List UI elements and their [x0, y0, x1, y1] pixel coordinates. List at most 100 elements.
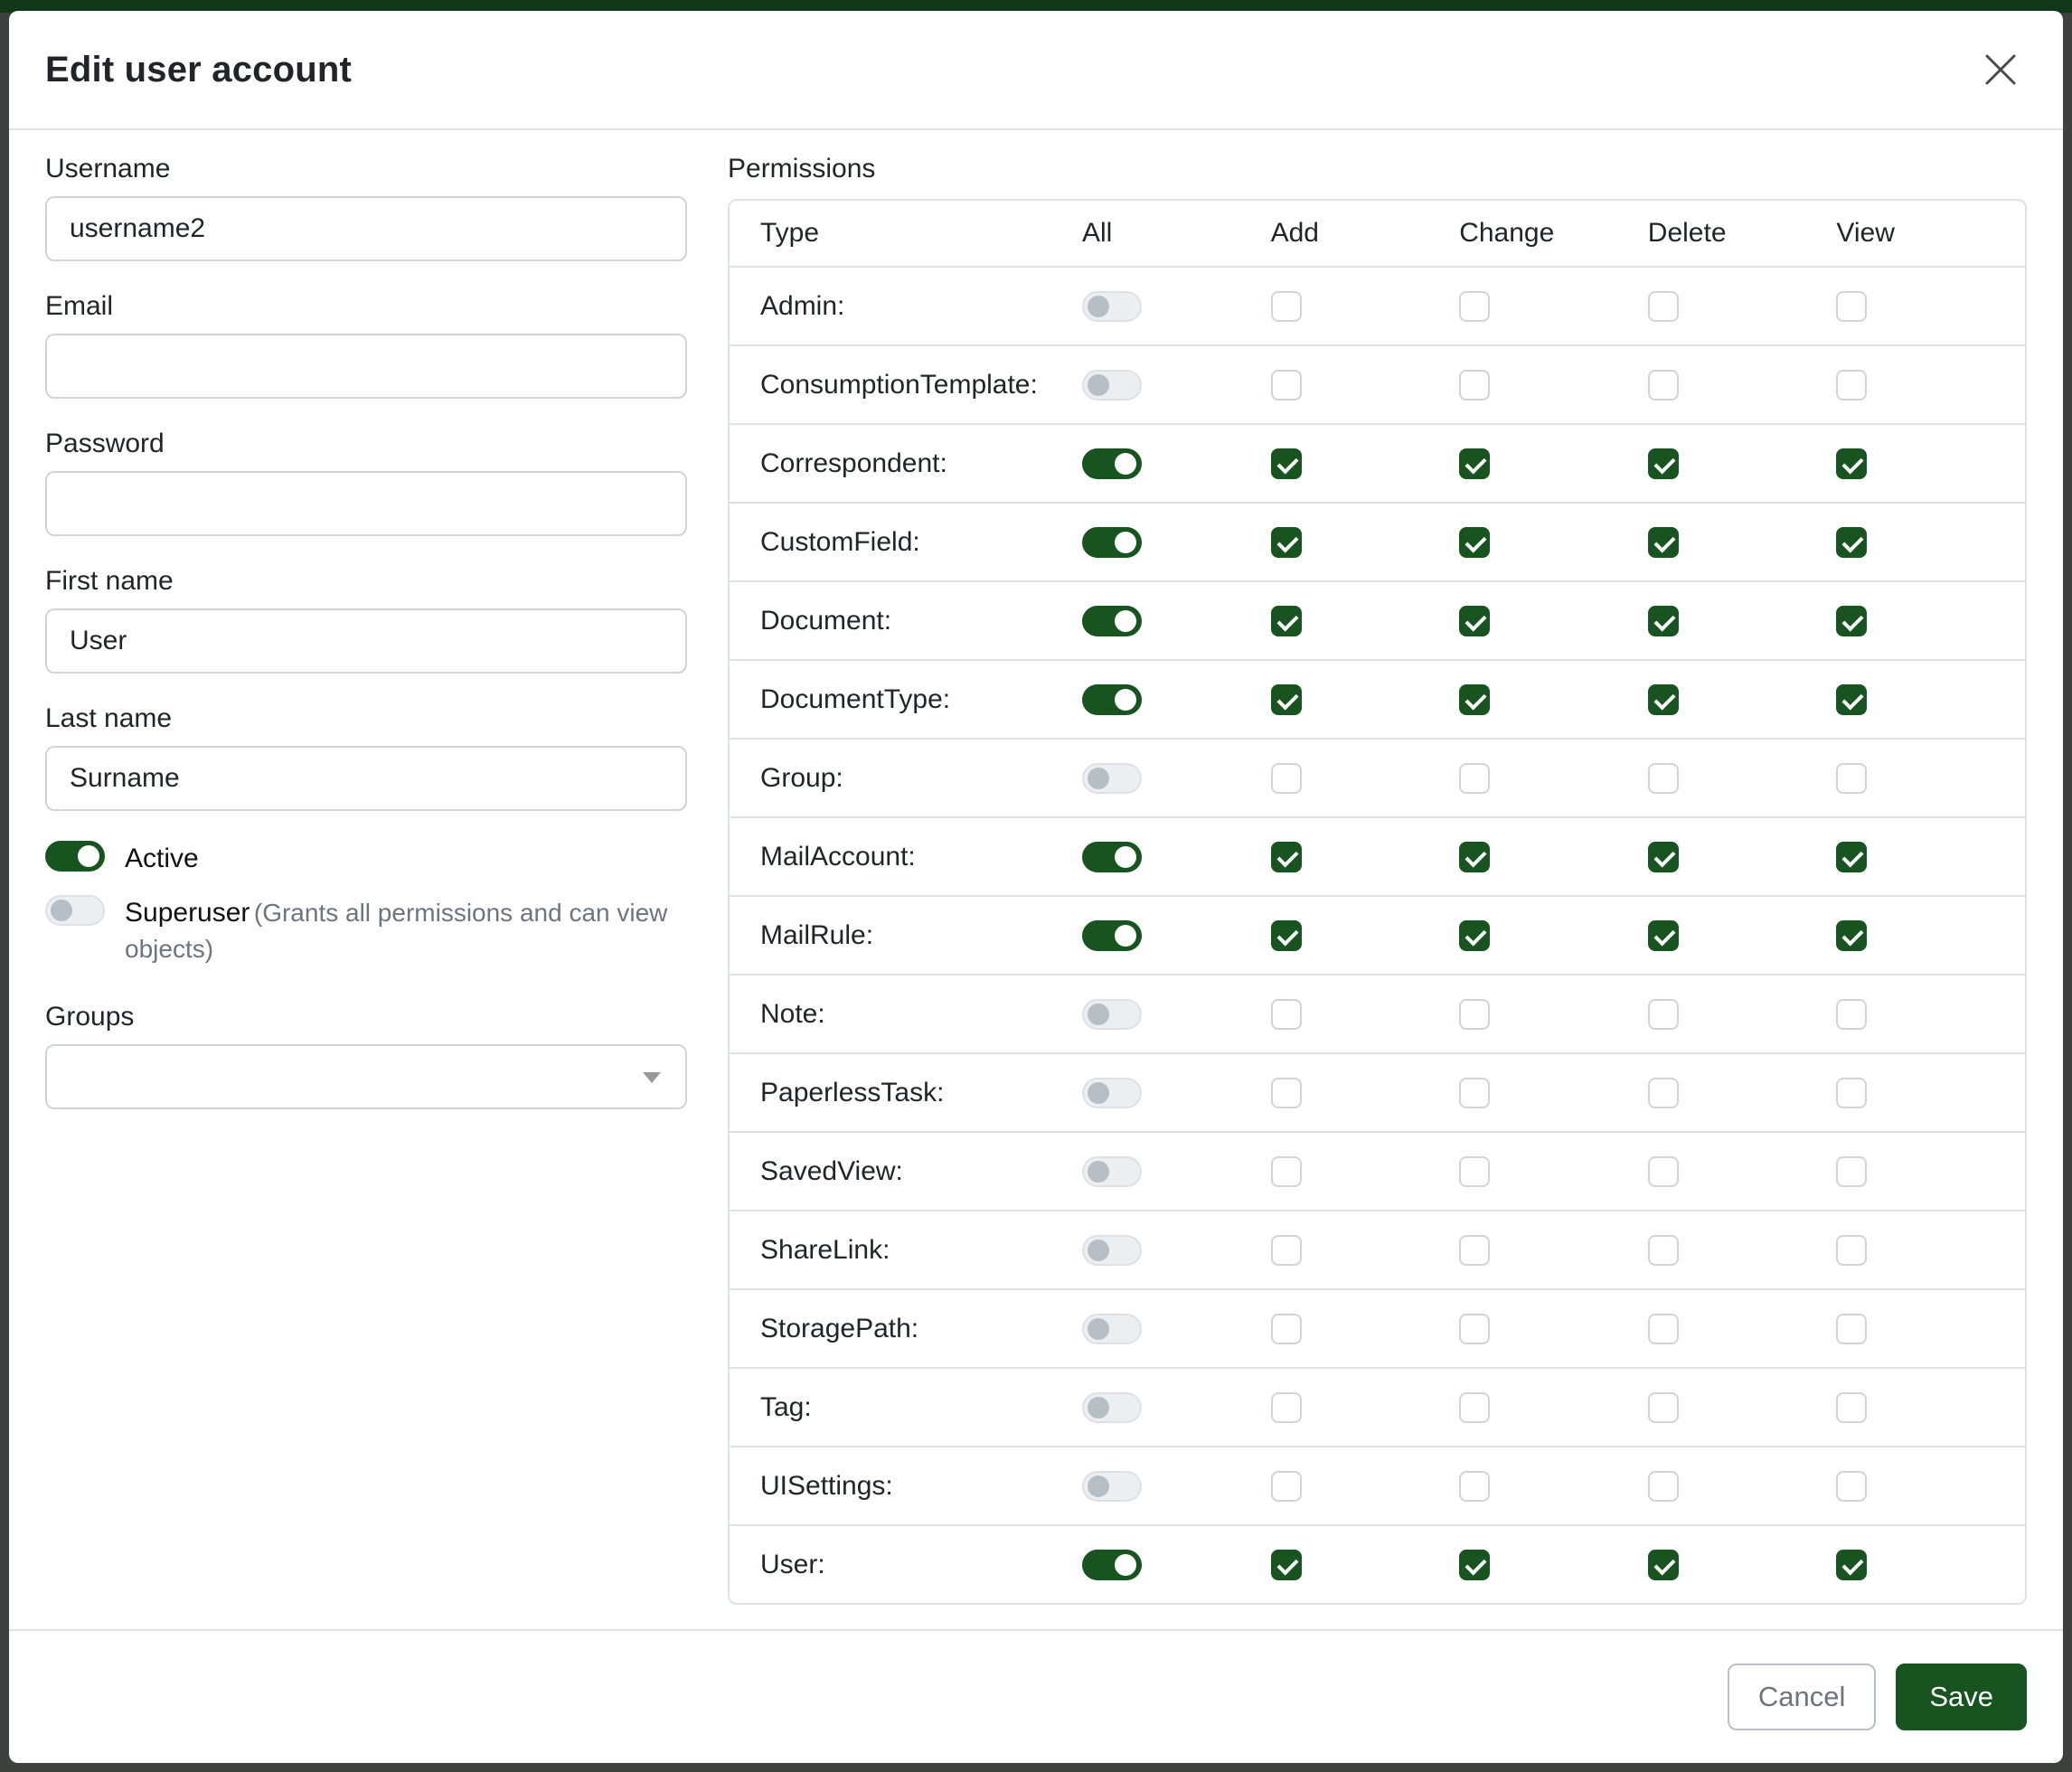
- perm-customfield-change-checkbox[interactable]: [1459, 527, 1490, 558]
- perm-admin-change-checkbox[interactable]: [1459, 291, 1490, 322]
- modal-body: Username Email Password First name Last …: [9, 130, 2063, 1629]
- perm-sharelink-change-checkbox[interactable]: [1459, 1235, 1490, 1266]
- perm-customfield-add-checkbox[interactable]: [1271, 527, 1302, 558]
- perm-user-view-checkbox[interactable]: [1836, 1550, 1867, 1580]
- perm-admin-view-checkbox[interactable]: [1836, 291, 1867, 322]
- superuser-toggle[interactable]: [45, 895, 105, 926]
- perm-tag-all-toggle[interactable]: [1082, 1392, 1142, 1423]
- perm-uisettings-add-checkbox[interactable]: [1271, 1471, 1302, 1502]
- perm-sharelink-add-checkbox[interactable]: [1271, 1235, 1302, 1266]
- perm-note-view-checkbox[interactable]: [1836, 999, 1867, 1030]
- perm-documenttype-all-toggle[interactable]: [1082, 684, 1142, 715]
- perm-note-all-toggle[interactable]: [1082, 999, 1142, 1030]
- close-button[interactable]: [1974, 43, 2027, 96]
- perm-mailrule-view-checkbox[interactable]: [1836, 920, 1867, 951]
- active-row: Active: [45, 841, 687, 877]
- perm-mailaccount-view-checkbox[interactable]: [1836, 842, 1867, 872]
- perm-user-add-checkbox[interactable]: [1271, 1550, 1302, 1580]
- perm-tag-view-checkbox[interactable]: [1836, 1392, 1867, 1423]
- perm-uisettings-delete-checkbox[interactable]: [1648, 1471, 1679, 1502]
- perm-documenttype-delete-checkbox[interactable]: [1648, 684, 1679, 715]
- last-name-input[interactable]: [45, 746, 687, 811]
- perm-mailaccount-all-toggle[interactable]: [1082, 842, 1142, 872]
- perm-customfield-all-toggle[interactable]: [1082, 527, 1142, 558]
- perm-mailaccount-change-checkbox[interactable]: [1459, 842, 1490, 872]
- perm-consumptiontemplate-change-checkbox[interactable]: [1459, 370, 1490, 401]
- perm-correspondent-delete-checkbox[interactable]: [1648, 448, 1679, 479]
- perm-mailrule-change-checkbox[interactable]: [1459, 920, 1490, 951]
- permission-type-label: Group:: [730, 740, 1082, 816]
- username-input[interactable]: [45, 196, 687, 261]
- save-button[interactable]: Save: [1896, 1664, 2027, 1730]
- perm-consumptiontemplate-view-checkbox[interactable]: [1836, 370, 1867, 401]
- perm-group-all-toggle[interactable]: [1082, 763, 1142, 794]
- password-input[interactable]: [45, 471, 687, 536]
- perm-admin-add-checkbox[interactable]: [1271, 291, 1302, 322]
- perm-savedview-add-checkbox[interactable]: [1271, 1156, 1302, 1187]
- perm-sharelink-delete-checkbox[interactable]: [1648, 1235, 1679, 1266]
- perm-uisettings-view-checkbox[interactable]: [1836, 1471, 1867, 1502]
- perm-group-view-checkbox[interactable]: [1836, 763, 1867, 794]
- perm-admin-all-toggle[interactable]: [1082, 291, 1142, 322]
- perm-customfield-delete-checkbox[interactable]: [1648, 527, 1679, 558]
- perm-savedview-delete-checkbox[interactable]: [1648, 1156, 1679, 1187]
- permission-type-label: Tag:: [730, 1369, 1082, 1446]
- perm-tag-delete-checkbox[interactable]: [1648, 1392, 1679, 1423]
- perm-tag-add-checkbox[interactable]: [1271, 1392, 1302, 1423]
- perm-uisettings-all-toggle[interactable]: [1082, 1471, 1142, 1502]
- perm-mailrule-all-toggle[interactable]: [1082, 920, 1142, 951]
- perm-storagepath-all-toggle[interactable]: [1082, 1314, 1142, 1344]
- perm-correspondent-add-checkbox[interactable]: [1271, 448, 1302, 479]
- perm-customfield-view-checkbox[interactable]: [1836, 527, 1867, 558]
- perm-paperlesstask-delete-checkbox[interactable]: [1648, 1078, 1679, 1108]
- cancel-button[interactable]: Cancel: [1728, 1664, 1877, 1730]
- perm-consumptiontemplate-add-checkbox[interactable]: [1271, 370, 1302, 401]
- perm-documenttype-view-checkbox[interactable]: [1836, 684, 1867, 715]
- active-toggle[interactable]: [45, 841, 105, 872]
- perm-user-change-checkbox[interactable]: [1459, 1550, 1490, 1580]
- perm-tag-change-checkbox[interactable]: [1459, 1392, 1490, 1423]
- perm-correspondent-change-checkbox[interactable]: [1459, 448, 1490, 479]
- perm-savedview-view-checkbox[interactable]: [1836, 1156, 1867, 1187]
- perm-note-add-checkbox[interactable]: [1271, 999, 1302, 1030]
- perm-document-change-checkbox[interactable]: [1459, 606, 1490, 636]
- perm-consumptiontemplate-all-toggle[interactable]: [1082, 370, 1142, 401]
- perm-documenttype-change-checkbox[interactable]: [1459, 684, 1490, 715]
- perm-correspondent-view-checkbox[interactable]: [1836, 448, 1867, 479]
- perm-mailrule-add-checkbox[interactable]: [1271, 920, 1302, 951]
- perm-document-view-checkbox[interactable]: [1836, 606, 1867, 636]
- perm-paperlesstask-add-checkbox[interactable]: [1271, 1078, 1302, 1108]
- perm-sharelink-view-checkbox[interactable]: [1836, 1235, 1867, 1266]
- perm-admin-delete-checkbox[interactable]: [1648, 291, 1679, 322]
- perm-consumptiontemplate-delete-checkbox[interactable]: [1648, 370, 1679, 401]
- perm-document-all-toggle[interactable]: [1082, 606, 1142, 636]
- perm-document-add-checkbox[interactable]: [1271, 606, 1302, 636]
- perm-note-delete-checkbox[interactable]: [1648, 999, 1679, 1030]
- perm-uisettings-change-checkbox[interactable]: [1459, 1471, 1490, 1502]
- perm-mailrule-delete-checkbox[interactable]: [1648, 920, 1679, 951]
- perm-user-all-toggle[interactable]: [1082, 1550, 1142, 1580]
- perm-group-change-checkbox[interactable]: [1459, 763, 1490, 794]
- perm-storagepath-delete-checkbox[interactable]: [1648, 1314, 1679, 1344]
- perm-paperlesstask-change-checkbox[interactable]: [1459, 1078, 1490, 1108]
- email-input[interactable]: [45, 334, 687, 399]
- perm-storagepath-add-checkbox[interactable]: [1271, 1314, 1302, 1344]
- perm-user-delete-checkbox[interactable]: [1648, 1550, 1679, 1580]
- groups-select[interactable]: [45, 1044, 687, 1109]
- perm-mailaccount-add-checkbox[interactable]: [1271, 842, 1302, 872]
- perm-savedview-change-checkbox[interactable]: [1459, 1156, 1490, 1187]
- perm-documenttype-add-checkbox[interactable]: [1271, 684, 1302, 715]
- perm-sharelink-all-toggle[interactable]: [1082, 1235, 1142, 1266]
- perm-paperlesstask-view-checkbox[interactable]: [1836, 1078, 1867, 1108]
- perm-document-delete-checkbox[interactable]: [1648, 606, 1679, 636]
- perm-group-delete-checkbox[interactable]: [1648, 763, 1679, 794]
- perm-storagepath-change-checkbox[interactable]: [1459, 1314, 1490, 1344]
- perm-group-add-checkbox[interactable]: [1271, 763, 1302, 794]
- perm-savedview-all-toggle[interactable]: [1082, 1156, 1142, 1187]
- perm-note-change-checkbox[interactable]: [1459, 999, 1490, 1030]
- perm-paperlesstask-all-toggle[interactable]: [1082, 1078, 1142, 1108]
- perm-mailaccount-delete-checkbox[interactable]: [1648, 842, 1679, 872]
- perm-correspondent-all-toggle[interactable]: [1082, 448, 1142, 479]
- first-name-input[interactable]: [45, 608, 687, 674]
- perm-storagepath-view-checkbox[interactable]: [1836, 1314, 1867, 1344]
